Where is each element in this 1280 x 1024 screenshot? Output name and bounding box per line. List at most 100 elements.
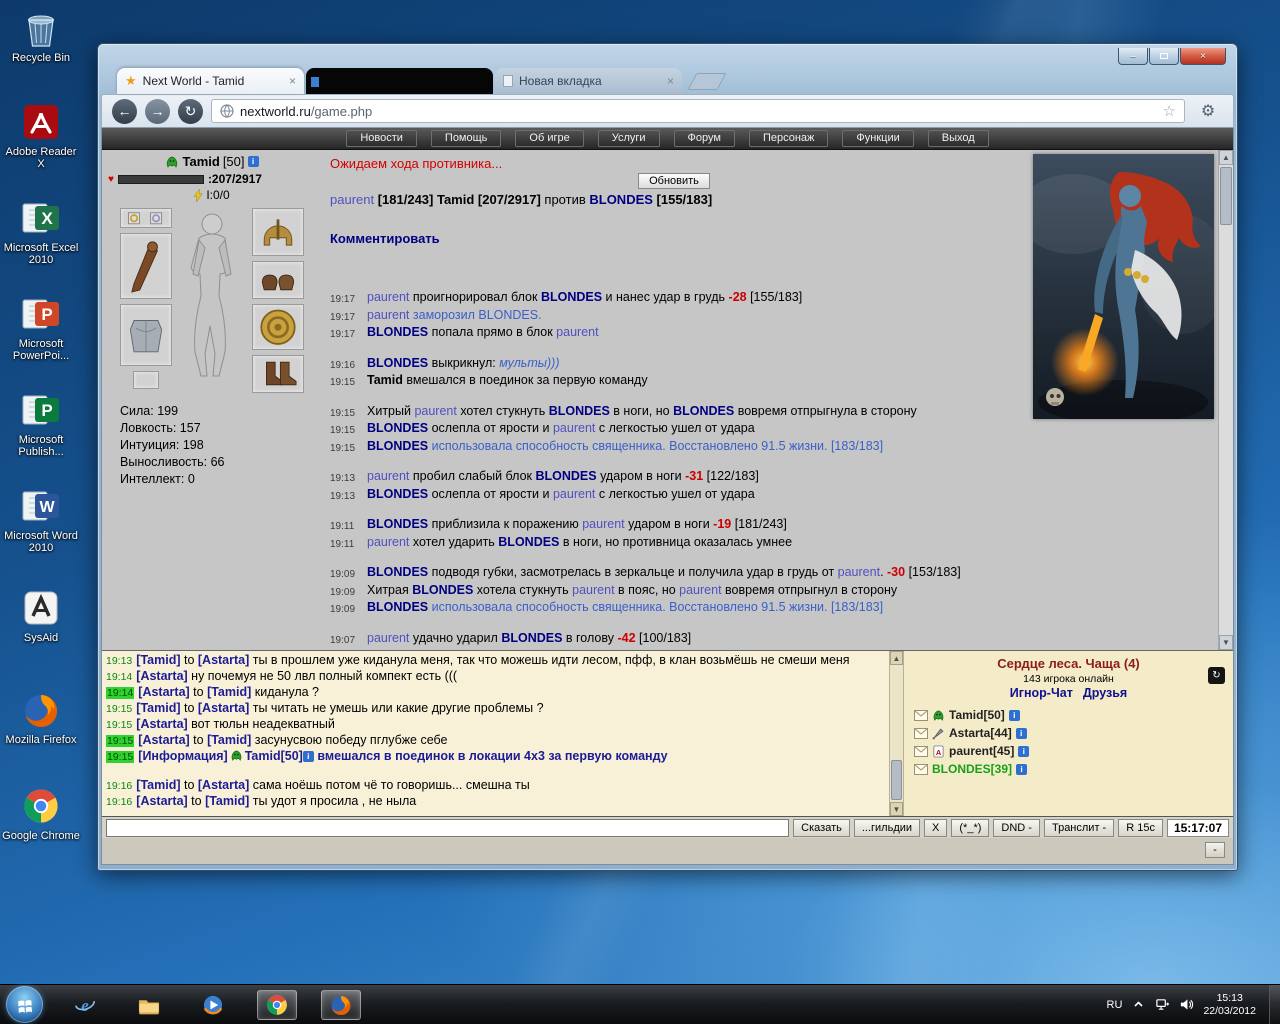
chat-scrollbar[interactable]: ▲ ▼ — [889, 651, 903, 816]
nav-button-Услуги[interactable]: Услуги — [597, 130, 660, 147]
info-icon[interactable]: i — [247, 156, 259, 167]
scrollbar-track[interactable] — [1219, 165, 1233, 635]
menu-wrench-icon[interactable]: ⚙ — [1193, 99, 1223, 123]
desktop-icon-Recycle Bin[interactable]: Recycle Bin — [2, 6, 80, 64]
desktop-icon-Microsoft Excel 2010[interactable]: X Microsoft Excel 2010 — [2, 196, 80, 266]
chatbar-button-Транслит -[interactable]: Транслит - — [1043, 818, 1115, 837]
desktop-icon-SysAid[interactable]: SysAid — [2, 586, 80, 644]
slot-gloves[interactable] — [252, 261, 304, 299]
scroll-down-icon[interactable]: ▼ — [1219, 635, 1233, 650]
panel-link-Друзья[interactable]: Друзья — [1083, 686, 1127, 700]
slot-misc[interactable] — [133, 371, 159, 389]
new-tab-button[interactable] — [687, 73, 727, 90]
collapse-button[interactable]: - — [1205, 842, 1225, 858]
slot-shield[interactable] — [252, 304, 304, 350]
taskbar-explorer-icon[interactable] — [129, 990, 169, 1020]
svg-text:e: e — [81, 995, 89, 1014]
player-name[interactable]: Astarta[44] — [949, 726, 1012, 740]
chat-scroll-up-icon[interactable]: ▲ — [890, 651, 903, 665]
refresh-turn-button[interactable]: Обновить — [638, 173, 710, 189]
forward-button[interactable]: → — [145, 98, 170, 124]
tray-expand-icon[interactable] — [1131, 997, 1146, 1012]
heart-icon: ♥ — [108, 173, 114, 185]
chatbar-button-Сказать[interactable]: Сказать — [793, 818, 850, 837]
panel-link-Игнор-Чат[interactable]: Игнор-Чат — [1010, 686, 1073, 700]
slot-rings[interactable] — [120, 208, 172, 228]
address-bar[interactable]: nextworld.ru/game.php ☆ — [211, 99, 1185, 123]
mail-icon[interactable] — [914, 709, 928, 721]
chatbar-button-...гильдии[interactable]: ...гильдии — [853, 818, 921, 837]
info-icon[interactable]: i — [1008, 709, 1020, 721]
back-button[interactable]: ← — [112, 98, 137, 124]
nav-button-Новости[interactable]: Новости — [346, 130, 417, 147]
chat-input[interactable] — [106, 818, 790, 837]
chat-scrollbar-track[interactable] — [890, 665, 903, 802]
nav-button-Помощь[interactable]: Помощь — [430, 130, 502, 147]
nav-button-Выход[interactable]: Выход — [927, 130, 989, 147]
panel-toggle-button[interactable]: ↻ — [1208, 667, 1225, 684]
player-name[interactable]: BLONDES[39] — [932, 762, 1012, 776]
taskbar-ie-icon[interactable]: e — [65, 990, 105, 1020]
tab-newtab[interactable]: Новая вкладка × — [495, 68, 682, 94]
taskbar-clock[interactable]: 15:13 22/03/2012 — [1203, 992, 1260, 1018]
desktop-icon-Microsoft PowerPoi...[interactable]: P Microsoft PowerPoi... — [2, 292, 80, 362]
taskbar-wmp-icon[interactable] — [193, 990, 233, 1020]
slot-boots[interactable] — [252, 355, 304, 393]
nav-button-Персонаж[interactable]: Персонаж — [748, 130, 829, 147]
stat-Интеллект: Интеллект: 0 — [120, 472, 195, 486]
chat-scrollbar-thumb[interactable] — [891, 760, 902, 800]
info-icon[interactable]: i — [302, 751, 314, 763]
info-icon[interactable]: i — [1018, 745, 1030, 757]
nav-button-Форум[interactable]: Форум — [673, 130, 735, 147]
info-icon[interactable]: i — [1015, 727, 1027, 739]
chatbar-button-DND -[interactable]: DND - — [993, 818, 1040, 837]
refresh-button[interactable]: ↻ — [178, 98, 203, 124]
scroll-up-icon[interactable]: ▲ — [1219, 150, 1233, 165]
taskbar-firefox-icon[interactable] — [321, 989, 361, 1020]
player-name[interactable]: paurent[45] — [949, 744, 1014, 758]
desktop-icon-Microsoft Publish...[interactable]: P Microsoft Publish... — [2, 388, 80, 458]
window-maximize-button[interactable] — [1149, 48, 1179, 65]
show-desktop-button[interactable] — [1269, 985, 1280, 1024]
nav-button-Об игре[interactable]: Об игре — [515, 130, 584, 147]
mail-icon[interactable] — [914, 763, 928, 775]
character-figure[interactable] — [177, 208, 247, 393]
battle-log-line: 19:09 Хитрая BLONDES хотела стукнуть paur… — [330, 582, 898, 598]
desktop-icon-Microsoft Word 2010[interactable]: W Microsoft Word 2010 — [2, 484, 80, 554]
desktop-icon-Google Chrome[interactable]: Google Chrome — [2, 784, 80, 842]
taskbar-chrome-icon[interactable] — [257, 989, 297, 1020]
chat-scroll-down-icon[interactable]: ▼ — [890, 802, 903, 816]
tab-close-icon[interactable]: × — [289, 74, 296, 88]
desktop-icon-Adobe Reader X[interactable]: Adobe Reader X — [2, 100, 80, 170]
bookmark-star-icon[interactable]: ☆ — [1163, 102, 1176, 120]
battle-scrollbar[interactable]: ▲ ▼ — [1218, 150, 1233, 650]
start-button[interactable] — [6, 986, 43, 1023]
scrollbar-thumb[interactable] — [1220, 167, 1232, 225]
player-name[interactable]: Tamid[50] — [949, 708, 1005, 722]
powerpoint-icon: P — [19, 292, 63, 336]
volume-icon[interactable] — [1179, 997, 1194, 1012]
slot-armor[interactable] — [120, 304, 172, 366]
info-icon[interactable]: i — [1016, 763, 1028, 775]
battle-log-line: 19:17 paurent заморозил BLONDES. — [330, 307, 542, 323]
nav-button-Функции[interactable]: Функции — [842, 130, 914, 147]
mail-icon[interactable] — [914, 745, 928, 757]
chatbar-button-R 15c[interactable]: R 15c — [1118, 818, 1163, 837]
slot-weapon[interactable] — [120, 233, 172, 299]
chatbar-button-X[interactable]: X — [924, 818, 948, 837]
network-icon[interactable] — [1155, 997, 1170, 1012]
desktop-icon-Mozilla Firefox[interactable]: Mozilla Firefox — [2, 688, 80, 746]
tab-nextworld[interactable]: ★ Next World - Tamid × — [117, 68, 304, 94]
mail-icon[interactable] — [914, 727, 928, 739]
hp-bar — [117, 174, 204, 184]
window-titlebar[interactable]: – × ★ Next World - Tamid × Новая вкладка… — [101, 44, 1234, 94]
character-header[interactable]: Tamid [50] i — [108, 154, 316, 169]
window-minimize-button[interactable]: – — [1118, 48, 1148, 65]
window-close-button[interactable]: × — [1180, 48, 1226, 65]
comment-link[interactable]: Комментировать — [330, 231, 1018, 246]
tab-close-icon[interactable]: × — [667, 74, 674, 88]
tab-censored[interactable] — [306, 68, 493, 94]
chatbar-button-(*_*)[interactable]: (*_*) — [951, 818, 990, 837]
language-indicator[interactable]: RU — [1107, 999, 1123, 1011]
slot-helmet[interactable] — [252, 208, 304, 256]
